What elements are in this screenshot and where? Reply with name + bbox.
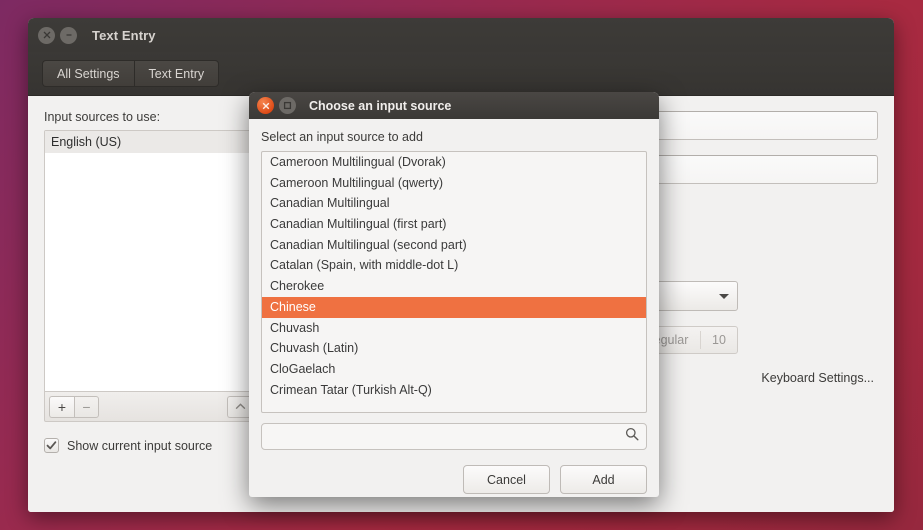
list-item[interactable]: Crimean Tatar (Turkish Alt-Q)	[262, 380, 646, 401]
choose-input-source-dialog: Choose an input source Select an input s…	[249, 92, 659, 497]
tab-text-entry[interactable]: Text Entry	[133, 60, 220, 87]
window-titlebar: Text Entry	[28, 18, 894, 52]
window-toolbar: All Settings Text Entry	[28, 52, 894, 96]
list-item[interactable]: CloGaelach	[262, 359, 646, 380]
add-remove-group: + −	[49, 395, 99, 418]
remove-source-button[interactable]: −	[74, 395, 99, 418]
search-icon	[625, 427, 639, 446]
chevron-down-icon	[719, 293, 729, 299]
list-item[interactable]: English (US)	[45, 131, 281, 153]
list-item[interactable]: Canadian Multilingual (second part)	[262, 235, 646, 256]
font-size-value: 10	[712, 333, 726, 347]
close-icon[interactable]	[38, 26, 55, 44]
dialog-prompt: Select an input source to add	[261, 130, 423, 144]
list-item[interactable]: Cameroon Multilingual (Dvorak)	[262, 152, 646, 173]
search-input[interactable]	[269, 429, 625, 444]
minimize-icon[interactable]	[60, 26, 77, 44]
list-item[interactable]: Chuvash	[262, 318, 646, 339]
search-box[interactable]	[261, 423, 647, 450]
close-icon[interactable]	[257, 97, 274, 114]
cancel-button[interactable]: Cancel	[463, 465, 550, 494]
list-item[interactable]: Cherokee	[262, 276, 646, 297]
list-item[interactable]: Chuvash (Latin)	[262, 338, 646, 359]
checkbox-icon[interactable]	[44, 438, 59, 453]
list-item[interactable]: Catalan (Spain, with middle-dot L)	[262, 255, 646, 276]
dialog-titlebar: Choose an input source	[249, 92, 659, 119]
input-source-list[interactable]: Cameroon Multilingual (Dvorak) Cameroon …	[261, 151, 647, 413]
list-item[interactable]: Cameroon Multilingual (qwerty)	[262, 173, 646, 194]
maximize-icon[interactable]	[279, 97, 296, 114]
dialog-title: Choose an input source	[309, 98, 452, 113]
show-current-input-source-label: Show current input source	[67, 438, 213, 453]
list-item-selected[interactable]: Chinese	[262, 296, 646, 318]
list-item[interactable]: Canadian Multilingual	[262, 193, 646, 214]
input-sources-toolbar: + −	[44, 392, 282, 422]
add-source-button[interactable]: +	[49, 395, 74, 418]
input-sources-list[interactable]: English (US)	[44, 130, 282, 392]
window-title: Text Entry	[92, 27, 156, 43]
list-item[interactable]: Canadian Multilingual (first part)	[262, 214, 646, 235]
add-button[interactable]: Add	[560, 465, 647, 494]
dialog-actions: Cancel Add	[261, 465, 647, 497]
dialog-body: Select an input source to add Cameroon M…	[249, 119, 659, 497]
tab-all-settings[interactable]: All Settings	[42, 60, 134, 87]
